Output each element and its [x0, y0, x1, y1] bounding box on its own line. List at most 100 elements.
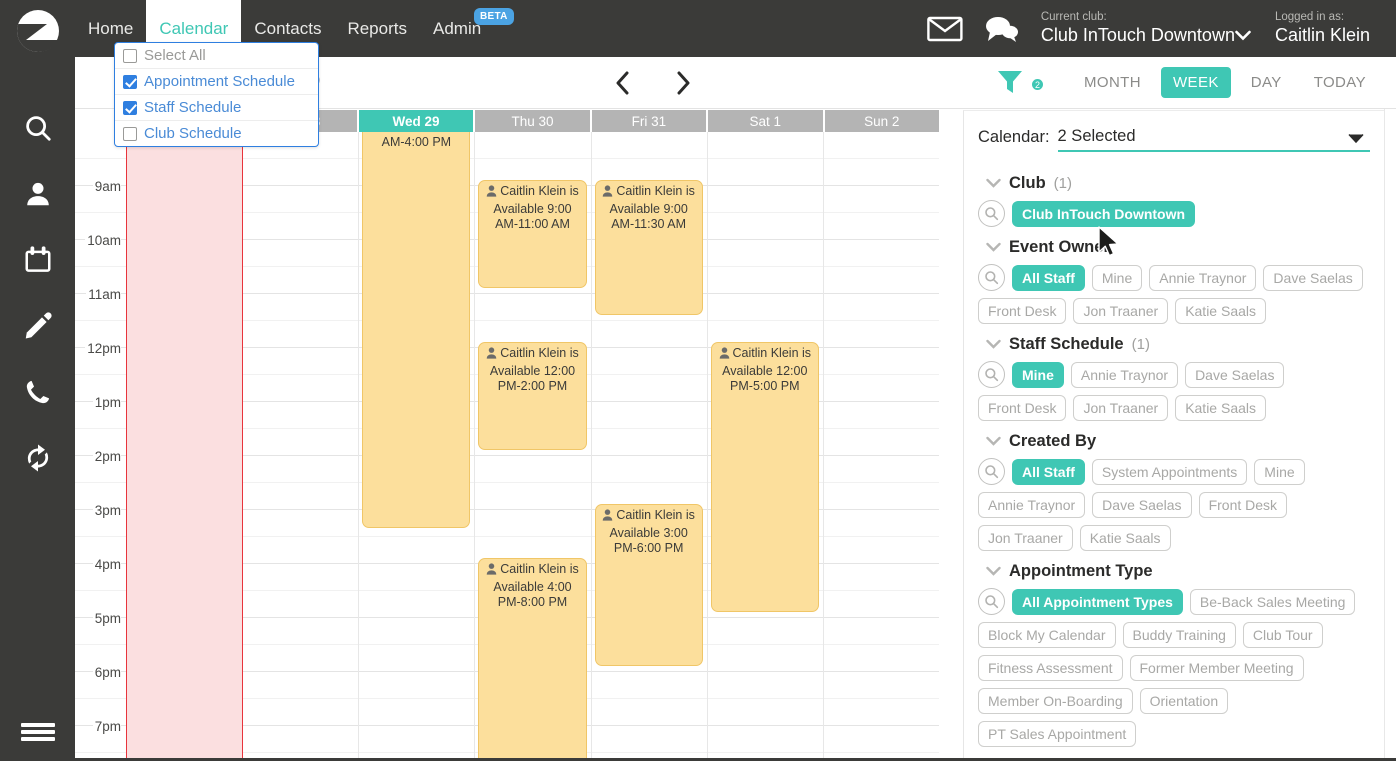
calendar-column-sun-2[interactable]: [824, 132, 939, 761]
filter-chip[interactable]: Annie Traynor: [978, 492, 1086, 518]
phone-icon[interactable]: [0, 359, 75, 425]
day-header-fri[interactable]: Fri 31: [591, 110, 707, 132]
calendar-event[interactable]: AM-4:00 PM: [362, 132, 471, 528]
time-gutter-row: [75, 402, 126, 429]
calendar-select-dropdown[interactable]: 2 Selected: [1057, 122, 1370, 152]
filter-search-icon[interactable]: [978, 200, 1005, 227]
day-header-thu[interactable]: Thu 30: [475, 110, 590, 132]
filter-group-header[interactable]: Appointment Type: [986, 562, 1370, 581]
calendar-menu-item[interactable]: Select All: [115, 43, 318, 69]
calendar-column-wed-29[interactable]: AM-4:00 PM: [359, 132, 476, 761]
chevron-down-icon[interactable]: [1235, 24, 1251, 47]
chevron-down-icon[interactable]: [986, 563, 1001, 581]
calendar-menu-item[interactable]: Staff Schedule: [115, 95, 318, 121]
filter-chip[interactable]: All Staff: [1012, 264, 1085, 291]
next-week-button[interactable]: [665, 65, 701, 101]
filter-chip[interactable]: Mine: [1254, 458, 1305, 485]
filter-search-icon[interactable]: [978, 588, 1005, 615]
checkbox-icon[interactable]: [123, 48, 137, 63]
filter-chip[interactable]: Club InTouch Downtown: [1012, 200, 1196, 227]
filter-search-icon[interactable]: [978, 361, 1005, 388]
filter-group-header[interactable]: Club (1): [986, 174, 1370, 193]
chevron-down-icon[interactable]: [1348, 131, 1364, 149]
day-header-sat[interactable]: Sat 1: [708, 110, 823, 132]
chevron-down-icon[interactable]: [986, 175, 1001, 193]
view-week-button[interactable]: WEEK: [1160, 67, 1231, 98]
filter-chip[interactable]: Dave Saelas: [1092, 492, 1192, 518]
refresh-icon[interactable]: [0, 425, 75, 491]
checkbox-icon[interactable]: [123, 100, 137, 115]
filter-panel-scroll[interactable]: Calendar: 2 Selected Club (1) Club InTouc…: [964, 111, 1384, 761]
nav-item-reports[interactable]: Reports: [334, 0, 420, 57]
chat-bubble-icon[interactable]: [973, 0, 1029, 57]
filter-chip[interactable]: System Appointments: [1091, 458, 1248, 485]
filter-chip[interactable]: Front Desk: [1198, 492, 1288, 518]
chevron-down-icon[interactable]: [986, 239, 1001, 257]
filter-search-icon[interactable]: [978, 458, 1005, 485]
view-day-button[interactable]: DAY: [1239, 67, 1294, 98]
filter-group-header[interactable]: Created By: [986, 432, 1370, 451]
filter-chip[interactable]: Dave Saelas: [1185, 361, 1285, 388]
filter-chip[interactable]: Jon Traaner: [1073, 395, 1169, 421]
calendar-event[interactable]: Caitlin Klein is Available 9:00 AM-11:00…: [478, 180, 587, 288]
filter-chip[interactable]: Dave Saelas: [1263, 264, 1363, 291]
day-header-sun[interactable]: Sun 2: [824, 110, 939, 132]
day-header-wed[interactable]: Wed 29: [358, 110, 474, 132]
filter-chip[interactable]: Katie Saals: [1175, 395, 1267, 421]
user-icon[interactable]: [0, 161, 75, 227]
prev-week-button[interactable]: [605, 65, 641, 101]
calendar-event[interactable]: Caitlin Klein is Available 9:00 AM-11:30…: [594, 180, 703, 315]
filter-chip[interactable]: Member On-Boarding: [978, 688, 1133, 714]
checkbox-icon[interactable]: [123, 74, 137, 89]
filter-chip[interactable]: Katie Saals: [1079, 525, 1171, 551]
filter-chip[interactable]: Club Tour: [1242, 622, 1323, 648]
filter-chip[interactable]: Front Desk: [978, 395, 1067, 421]
hamburger-icon[interactable]: [0, 711, 75, 753]
filter-chip[interactable]: All Appointment Types: [1012, 588, 1183, 615]
filter-chip[interactable]: Mine: [1012, 361, 1064, 388]
calendar-column-thu-30[interactable]: Caitlin Klein is Available 9:00 AM-11:00…: [475, 132, 592, 761]
calendar-column-mon-27[interactable]: [126, 132, 244, 761]
calendar-event[interactable]: Caitlin Klein is Available 4:00 PM-8:00 …: [478, 558, 587, 761]
pencil-icon[interactable]: [0, 293, 75, 359]
filter-chip[interactable]: Fitness Assessment: [978, 655, 1123, 681]
chevron-down-icon[interactable]: [986, 336, 1001, 354]
filter-chip[interactable]: Block My Calendar: [978, 622, 1116, 648]
calendar-icon[interactable]: [0, 227, 75, 293]
calendar-menu-item[interactable]: Club Schedule: [115, 121, 318, 146]
filter-chip[interactable]: Orientation: [1139, 688, 1229, 714]
filter-chip[interactable]: Be-Back Sales Meeting: [1189, 588, 1356, 615]
calendar-event[interactable]: Caitlin Klein is Available 12:00 PM-5:00…: [710, 342, 819, 612]
calendar-column-tue-28[interactable]: [243, 132, 360, 761]
filter-chip[interactable]: Jon Traaner: [978, 525, 1073, 551]
view-today-button[interactable]: TODAY: [1302, 67, 1378, 98]
calendar-event[interactable]: Caitlin Klein is Available 12:00 PM-2:00…: [478, 342, 587, 450]
filter-chip[interactable]: Jon Traaner: [1073, 298, 1169, 324]
filter-chip[interactable]: All Staff: [1012, 458, 1085, 485]
view-month-button[interactable]: MONTH: [1072, 67, 1153, 98]
search-icon[interactable]: [0, 95, 75, 161]
filter-chip[interactable]: Annie Traynor: [1070, 361, 1179, 388]
filter-chip[interactable]: Front Desk: [978, 298, 1067, 324]
filter-group-header[interactable]: Staff Schedule (1): [986, 335, 1370, 354]
envelope-icon[interactable]: [917, 0, 973, 57]
calendar-select-menu[interactable]: Select All Appointment Schedule Staff Sche…: [114, 42, 319, 147]
filter-chip[interactable]: Mine: [1091, 264, 1143, 291]
filter-group-header[interactable]: Event Owner: [986, 238, 1370, 257]
chevron-down-icon[interactable]: [986, 433, 1001, 451]
filter-chip[interactable]: Buddy Training: [1122, 622, 1236, 648]
current-club-block[interactable]: Current club: Club InTouch Downtown: [1029, 10, 1263, 47]
filter-chip[interactable]: Katie Saals: [1175, 298, 1267, 324]
filter-search-icon[interactable]: [978, 264, 1005, 291]
calendar-menu-item[interactable]: Appointment Schedule: [115, 69, 318, 95]
filter-chip[interactable]: PT Sales Appointment: [978, 721, 1137, 747]
app-logo[interactable]: [0, 0, 75, 62]
filter-toggle-button[interactable]: 2: [995, 67, 1051, 99]
calendar-column-sat-1[interactable]: Caitlin Klein is Available 12:00 PM-5:00…: [708, 132, 824, 761]
logged-in-block[interactable]: Logged in as: Caitlin Klein: [1263, 10, 1382, 47]
calendar-column-fri-31[interactable]: Caitlin Klein is Available 9:00 AM-11:30…: [592, 132, 708, 761]
filter-chip[interactable]: Annie Traynor: [1149, 264, 1257, 291]
calendar-event[interactable]: Caitlin Klein is Available 3:00 PM-6:00 …: [594, 504, 703, 666]
checkbox-icon[interactable]: [123, 126, 137, 141]
filter-chip[interactable]: Former Member Meeting: [1129, 655, 1304, 681]
